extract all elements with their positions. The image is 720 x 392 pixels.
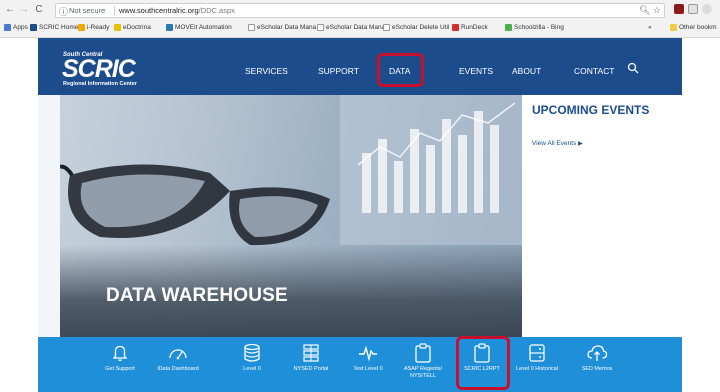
- iready-favicon-icon: [78, 24, 85, 31]
- bell-icon: [112, 345, 128, 362]
- bookmark-label: eScholar Data Mana: [257, 24, 317, 31]
- page-favicon-icon: [248, 24, 255, 31]
- bookmark-escholar-2[interactable]: eScholar Data Mana: [317, 24, 385, 31]
- address-bar[interactable]: ⓘ Not secure www.southcentralric.org/DDC…: [55, 3, 665, 18]
- bookmark-label: Other bookm: [679, 24, 717, 31]
- bookmark-escholar-delete[interactable]: eScholar Delete Util: [383, 24, 449, 31]
- overflow-chevron-icon: »: [648, 24, 652, 31]
- bookmark-label: RunDeck: [461, 24, 488, 31]
- quick-link-label: NYSED Portal: [293, 366, 329, 372]
- cloud-upload-icon: [587, 345, 608, 361]
- view-all-events-link[interactable]: View All Events ▶: [532, 140, 583, 147]
- address-row: ← → C ⓘ Not secure www.southcentralric.o…: [0, 0, 720, 20]
- address-separator: [114, 6, 115, 16]
- speedometer-icon: [169, 349, 187, 360]
- hero-title: DATA WAREHOUSE: [106, 285, 288, 306]
- nav-contact[interactable]: CONTACT: [574, 66, 614, 76]
- nav-services[interactable]: SERVICES: [245, 66, 288, 76]
- edoctrina-favicon-icon: [114, 24, 121, 31]
- bookmark-label: eScholar Delete Util: [392, 24, 450, 31]
- bookmark-label: i-Ready: [87, 24, 110, 31]
- bookmark-label: eScholar Data Mana: [326, 24, 386, 31]
- quick-link-sed-memos[interactable]: SED Memos: [567, 343, 627, 373]
- scric-logo[interactable]: South Central SCRIC Regional Information…: [62, 52, 158, 88]
- not-secure-label: Not secure: [69, 6, 106, 15]
- extension-icon[interactable]: [702, 4, 712, 14]
- upcoming-events-title: UPCOMING EVENTS: [532, 103, 650, 117]
- moveit-favicon-icon: [166, 24, 173, 31]
- hero-banner: DATA WAREHOUSE: [60, 95, 522, 337]
- info-icon[interactable]: ⓘ: [59, 5, 68, 18]
- bookmark-edoctrina[interactable]: eDoctrina: [114, 24, 151, 31]
- bookmark-iready[interactable]: i-Ready: [78, 24, 109, 31]
- grid-list-icon: [303, 344, 319, 362]
- bookmark-other[interactable]: Other bookm: [670, 24, 717, 31]
- bookmark-schoolzilla[interactable]: Schoolzilla - Bing: [505, 24, 564, 31]
- nav-about[interactable]: ABOUT: [512, 66, 541, 76]
- back-icon[interactable]: ←: [4, 4, 16, 16]
- folder-icon: [670, 24, 677, 31]
- quick-link-level-0-historical[interactable]: Level 0 Historical: [507, 343, 567, 373]
- server-icon: [529, 344, 545, 362]
- database-icon: [244, 343, 260, 362]
- forward-icon[interactable]: →: [18, 4, 30, 16]
- hero-left-strip: [38, 95, 60, 337]
- quick-link-label: Get Support: [105, 366, 135, 372]
- bookmark-apps[interactable]: Apps: [4, 24, 28, 31]
- page-margin-right: [682, 38, 720, 392]
- quick-link-label: Level 0: [243, 366, 261, 372]
- logo-subtitle: Regional Information Center: [63, 81, 137, 87]
- schoolzilla-favicon-icon: [505, 24, 512, 31]
- extension-icon[interactable]: [688, 4, 698, 14]
- quick-link-asap-regents[interactable]: ASAP Regents/ NYSITELL: [393, 343, 453, 380]
- page-favicon-icon: [317, 24, 324, 31]
- search-icon[interactable]: [627, 62, 639, 74]
- page-favicon-icon: [383, 24, 390, 31]
- extension-icon[interactable]: [674, 4, 684, 14]
- view-all-events-label: View All Events: [532, 140, 577, 147]
- page-margin-left: [0, 38, 38, 392]
- bookmarks-bar: Apps SCRIC Home i-Ready eDoctrina MOVEit…: [0, 21, 720, 37]
- url-text: www.southcentralric.org/DDC.aspx: [119, 6, 235, 15]
- quick-link-label: Level 0 Historical: [516, 366, 558, 372]
- browser-chrome: ← → C ⓘ Not secure www.southcentralric.o…: [0, 0, 720, 38]
- nav-support[interactable]: SUPPORT: [318, 66, 359, 76]
- bookmark-label: SCRIC Home: [39, 24, 79, 31]
- bookmark-label: MOVEit Automation: [175, 24, 232, 31]
- quick-link-label: iData Dashboard: [157, 366, 199, 372]
- nav-events[interactable]: EVENTS: [459, 66, 493, 76]
- bookmark-escholar-1[interactable]: eScholar Data Mana: [248, 24, 316, 31]
- reload-icon[interactable]: C: [33, 4, 45, 16]
- quick-link-label: Test Level 0: [353, 366, 383, 372]
- quick-link-test-level-0[interactable]: Test Level 0: [338, 343, 398, 373]
- bookmark-label: Schoolzilla - Bing: [514, 24, 564, 31]
- bookmarks-overflow[interactable]: »: [648, 24, 652, 31]
- zoom-star-icons[interactable]: 🔍︎ ☆: [639, 5, 661, 16]
- play-arrow-icon: ▶: [578, 141, 583, 147]
- apps-grid-icon: [4, 24, 11, 31]
- quick-link-get-support[interactable]: Get Support: [90, 343, 150, 373]
- bookmark-scric-home[interactable]: SCRIC Home: [30, 24, 78, 31]
- quick-link-nysed-portal[interactable]: NYSED Portal: [281, 343, 341, 373]
- scric-favicon-icon: [30, 24, 37, 31]
- bookmark-moveit[interactable]: MOVEit Automation: [166, 24, 232, 31]
- quick-link-level-0[interactable]: Level 0: [222, 343, 282, 373]
- upcoming-events-panel: UPCOMING EVENTS View All Events ▶: [522, 95, 682, 337]
- url-host: www.southcentralric.org: [119, 6, 199, 15]
- l2rpt-highlight: [456, 336, 510, 390]
- quick-link-idata-dashboard[interactable]: iData Dashboard: [148, 343, 208, 373]
- logo-wordmark: SCRIC: [62, 55, 136, 83]
- pulse-icon: [359, 345, 377, 362]
- quick-link-label: SED Memos: [581, 366, 613, 372]
- url-path: /DDC.aspx: [198, 6, 235, 15]
- rundeck-favicon-icon: [452, 24, 459, 31]
- bookmark-label: eDoctrina: [123, 24, 151, 31]
- bookmark-label: Apps: [13, 24, 28, 31]
- clipboard-icon: [415, 343, 431, 363]
- data-nav-highlight: [377, 53, 424, 87]
- quick-link-label: ASAP Regents/ NYSITELL: [403, 366, 443, 379]
- bookmark-rundeck[interactable]: RunDeck: [452, 24, 488, 31]
